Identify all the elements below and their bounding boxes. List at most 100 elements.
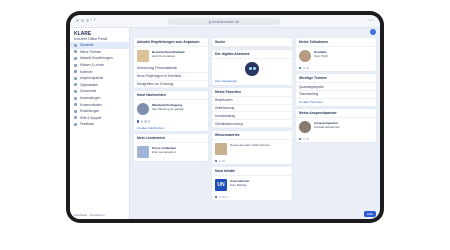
nav-icon bbox=[74, 43, 77, 47]
sidebar-item[interactable]: Organisation bbox=[70, 82, 129, 89]
knowledge-desc: Neues aus dem Unternehmen bbox=[230, 142, 271, 147]
contacts-card: Meine Ansprechpartner Ansprechpartner Ko… bbox=[296, 108, 376, 142]
list-item[interactable]: Urlaubsantrag bbox=[212, 112, 292, 121]
card-title: Neue Inhalte bbox=[212, 167, 292, 177]
sidebar-item-label: Kommunikation bbox=[80, 102, 102, 107]
nav-icon bbox=[74, 116, 77, 120]
sidebar-item[interactable]: Feedback bbox=[70, 121, 129, 128]
nav-icon bbox=[74, 109, 77, 113]
knowledge-item[interactable]: Neues aus dem Unternehmen bbox=[212, 140, 292, 158]
dates-card: Wichtige Termine Quartalsgespräch Teamme… bbox=[296, 74, 376, 106]
column-3: Meine Teilnahmen Kontakte Zum Profil Wic… bbox=[296, 38, 376, 145]
news-card: Neue Nachrichten Mitarbeiterbefragung Ih… bbox=[134, 91, 208, 132]
knowledge-thumbnail bbox=[215, 142, 227, 155]
sidebar-item[interactable]: Startseite bbox=[70, 42, 129, 49]
new-content-card: Neue Inhalte UN Unternehmen Zum Beitrag bbox=[212, 167, 292, 201]
share-icon[interactable]: ⋯ bbox=[368, 17, 374, 24]
sidebar-item-label: Anwendungen bbox=[80, 96, 101, 101]
sidebar-footer[interactable]: Feedback · Impressum bbox=[74, 213, 105, 217]
nav-icon bbox=[74, 63, 77, 67]
contact-item[interactable]: Kontakte Zum Profil bbox=[296, 47, 376, 65]
brand-subtitle: Konzern Office Portal bbox=[74, 37, 108, 41]
news-item[interactable]: Mitarbeiterbefragung Ihre Meinung ist ge… bbox=[134, 100, 208, 118]
sidebar-item-label: Feedback bbox=[80, 122, 94, 127]
sidebar-item[interactable]: Kalender bbox=[70, 68, 129, 75]
list-item[interactable]: Neuigkeiten zur Schulung bbox=[134, 81, 208, 89]
card-title: Wissenswertes bbox=[212, 131, 292, 140]
pager[interactable] bbox=[212, 158, 292, 164]
brand: KLARE Konzern Office Portal bbox=[70, 28, 129, 42]
sidebar-item-label: Organisation bbox=[80, 82, 99, 87]
nav-icon bbox=[74, 70, 77, 74]
sidebar-item[interactable]: Wissen & Lernen bbox=[70, 62, 129, 69]
top-bar bbox=[130, 28, 380, 36]
nav-arrows-icon[interactable]: ‹ › bbox=[90, 17, 96, 23]
sidebar-item-label: Startseite bbox=[80, 43, 94, 48]
learning-desc: Zum Lernangebot bbox=[152, 150, 176, 155]
nav-icon bbox=[74, 50, 77, 54]
nav-icon bbox=[74, 76, 77, 80]
list-item[interactable]: Zeiterfassung bbox=[212, 105, 292, 113]
list-item[interactable]: Gehaltsabrechnung bbox=[212, 120, 292, 128]
nav-icon bbox=[74, 103, 77, 107]
sidebar-item-label: Meine Themen bbox=[80, 49, 102, 54]
sidebar-item-label: Kalender bbox=[80, 69, 93, 74]
recommendations-card: Aktuelle Empfehlungen zum Anpassen Benut… bbox=[134, 38, 208, 89]
participation-card: Meine Teilnahmen Kontakte Zum Profil bbox=[296, 38, 376, 72]
avatar[interactable] bbox=[370, 29, 376, 35]
card-title: Meine Teilnahmen bbox=[296, 38, 376, 47]
sidebar-item-label: Aktuelle Empfehlungen bbox=[80, 56, 113, 61]
all-news-link[interactable]: Zu allen Nachrichten bbox=[134, 125, 208, 132]
list-item[interactable]: Quartalsgespräch bbox=[296, 83, 376, 91]
sidebar-item[interactable]: Kommunikation bbox=[70, 101, 129, 108]
nav-icon bbox=[74, 83, 77, 87]
knowledge-card: Wissenswertes Neues aus dem Unternehmen bbox=[212, 130, 292, 165]
tablet-frame: ‹ › g.ecollaborate.de ⋯ KLARE Konzern Of… bbox=[66, 11, 384, 223]
card-title: Meine Ansprechpartner bbox=[296, 109, 376, 118]
sidebar-item[interactable]: Dokumente bbox=[70, 88, 129, 95]
list-item[interactable]: Reisekosten bbox=[212, 97, 292, 105]
sidebar-item-label: Einstellungen bbox=[80, 109, 100, 114]
sidebar: KLARE Konzern Office Portal Startseite Me… bbox=[70, 28, 130, 219]
assistant-link[interactable]: Zum Assistenten bbox=[212, 78, 292, 85]
new-content-item[interactable]: UN Unternehmen Zum Beitrag bbox=[212, 176, 292, 194]
news-thumbnail bbox=[137, 103, 149, 116]
contact-person-item[interactable]: Ansprechpartner Kontakt aufnehmen bbox=[296, 118, 376, 136]
window-controls[interactable] bbox=[76, 19, 89, 22]
list-item[interactable]: Neue Regelungen im Überblick bbox=[134, 73, 208, 81]
card-title: Meine Favoriten bbox=[212, 88, 292, 97]
list-item[interactable]: Teammeeting bbox=[296, 91, 376, 99]
card-title: Wichtige Termine bbox=[296, 74, 376, 84]
nav-icon bbox=[74, 56, 77, 60]
contact-avatar bbox=[299, 50, 311, 62]
column-2: Suche Der digitale Assistent Zum Assiste… bbox=[212, 38, 292, 203]
learning-thumbnail bbox=[137, 146, 149, 159]
screen: ‹ › g.ecollaborate.de ⋯ KLARE Konzern Of… bbox=[70, 15, 380, 219]
search-card: Suche bbox=[212, 38, 292, 47]
sidebar-item[interactable]: Anwendungen bbox=[70, 95, 129, 102]
sidebar-nav: Startseite Meine Themen Aktuelle Empfehlun… bbox=[70, 42, 129, 128]
sidebar-item[interactable]: Meine Themen bbox=[70, 49, 129, 56]
list-item[interactable]: Abrechnung Personaltabelle bbox=[134, 65, 208, 73]
pager[interactable] bbox=[296, 136, 376, 142]
sidebar-item[interactable]: Aktuelle Empfehlungen bbox=[70, 55, 129, 62]
all-dates-link[interactable]: Zu allen Terminen bbox=[296, 99, 376, 106]
featured-desc: Jetzt Kurs starten bbox=[152, 54, 176, 58]
url-bar[interactable]: g.ecollaborate.de bbox=[168, 18, 280, 25]
sidebar-item-label: Dokumente bbox=[80, 89, 97, 94]
search-title: Suche bbox=[212, 38, 292, 47]
help-button[interactable]: Hilfe bbox=[363, 211, 376, 217]
learning-item[interactable]: Kurse entdecken Zum Lernangebot bbox=[134, 143, 208, 161]
chatbot-icon[interactable] bbox=[245, 62, 259, 76]
sidebar-item-label: Ansprechpartner bbox=[80, 76, 104, 81]
pager[interactable] bbox=[296, 65, 376, 71]
person-avatar bbox=[299, 120, 311, 133]
pager[interactable] bbox=[212, 194, 292, 200]
sidebar-item[interactable]: Ansprechpartner bbox=[70, 75, 129, 82]
browser-bar: ‹ › g.ecollaborate.de ⋯ bbox=[70, 15, 380, 28]
card-title: Der digitale Assistent bbox=[212, 50, 292, 59]
sidebar-item[interactable]: Hilfe & Support bbox=[70, 115, 129, 122]
featured-item[interactable]: Benutzerfreundlichkeit Jetzt Kurs starte… bbox=[134, 47, 208, 65]
column-1: Aktuelle Empfehlungen zum Anpassen Benut… bbox=[134, 38, 208, 164]
sidebar-item[interactable]: Einstellungen bbox=[70, 108, 129, 115]
